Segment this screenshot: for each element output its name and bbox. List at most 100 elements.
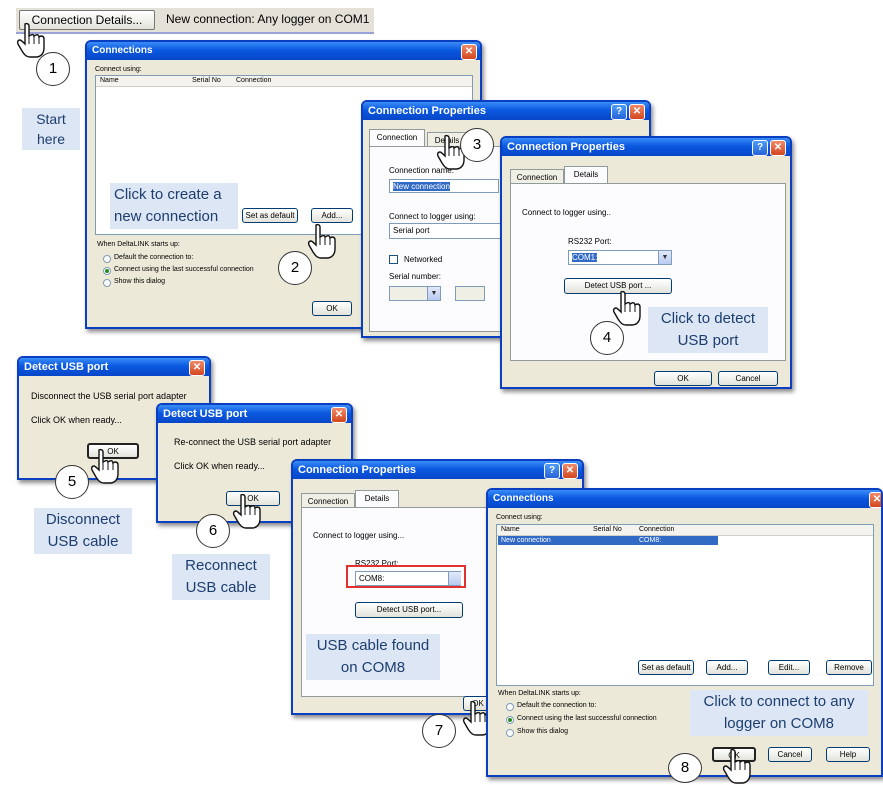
col-serial[interactable]: Serial No bbox=[593, 525, 622, 535]
remove-button[interactable]: Remove bbox=[826, 660, 872, 675]
connection-name-field[interactable]: New connection bbox=[389, 179, 499, 193]
radio-default[interactable] bbox=[506, 703, 514, 711]
step-number: 1 bbox=[36, 52, 70, 86]
col-name[interactable]: Name bbox=[100, 76, 119, 86]
step-number: 6 bbox=[196, 514, 230, 548]
edit-button[interactable]: Edit... bbox=[768, 660, 810, 675]
note-disconnect: Disconnect USB cable bbox=[34, 508, 132, 554]
row-name: New connection bbox=[501, 537, 551, 544]
window-title: Detect USB port bbox=[24, 361, 109, 373]
option-label: Default the connection to: bbox=[114, 254, 194, 261]
window-title: Connections bbox=[493, 493, 554, 504]
option-label: Connect using the last successful connec… bbox=[114, 266, 254, 273]
instruction-text: Re-connect the USB serial port adapter bbox=[174, 437, 332, 447]
titlebar: Connections bbox=[87, 42, 480, 60]
option-label: Show this dialog bbox=[114, 278, 165, 285]
rs232-port-select[interactable]: COM1: ▼ bbox=[568, 250, 672, 265]
set-default-button[interactable]: Set as default bbox=[638, 660, 694, 675]
connection-name-value: New connection bbox=[393, 182, 450, 191]
connect-using-field[interactable]: Serial port bbox=[389, 223, 509, 239]
instruction-text: Click OK when ready... bbox=[174, 461, 265, 471]
radio-show-dialog[interactable] bbox=[103, 279, 111, 287]
connect-using-label: Connect using: bbox=[496, 514, 543, 521]
pointer-hand-icon bbox=[16, 22, 46, 58]
window-title: Connections bbox=[92, 45, 153, 56]
highlight-box bbox=[346, 565, 466, 588]
option-label: Show this dialog bbox=[517, 728, 568, 735]
radio-last-successful[interactable] bbox=[506, 716, 514, 724]
connect-using-label: Connect to logger using.. bbox=[522, 208, 611, 217]
close-icon[interactable]: ✕ bbox=[770, 140, 786, 156]
top-status-bar: Connection Details... New connection: An… bbox=[16, 8, 374, 34]
networked-checkbox[interactable] bbox=[389, 255, 398, 264]
option-label: Default the connection to: bbox=[517, 702, 597, 709]
note-click-connect: Click to connect to any logger on COM8 bbox=[690, 690, 868, 736]
help-icon[interactable]: ? bbox=[611, 104, 627, 120]
detect-usb-port-button[interactable]: Detect USB port... bbox=[355, 602, 463, 618]
ok-button[interactable]: OK bbox=[312, 301, 352, 316]
help-button[interactable]: Help bbox=[826, 747, 870, 762]
titlebar: Connections bbox=[488, 490, 881, 508]
titlebar: Detect USB port bbox=[19, 358, 209, 376]
add-button[interactable]: Add... bbox=[311, 208, 353, 223]
connect-using-label: Connect to logger using: bbox=[389, 212, 476, 221]
note-click-detect: Click to detect USB port bbox=[648, 307, 768, 353]
step-number: 5 bbox=[55, 465, 89, 499]
step-number: 3 bbox=[460, 128, 494, 162]
pointer-hand-icon bbox=[232, 493, 262, 529]
close-icon[interactable]: ✕ bbox=[629, 104, 645, 120]
list-header: Name Serial No Connection bbox=[497, 525, 873, 536]
radio-last-successful[interactable] bbox=[103, 267, 111, 275]
pointer-hand-icon bbox=[90, 448, 120, 484]
add-button[interactable]: Add... bbox=[706, 660, 748, 675]
serial-number-label: Serial number: bbox=[389, 272, 442, 281]
col-serial[interactable]: Serial No bbox=[192, 76, 221, 86]
note-click-create: Click to create a new connection bbox=[110, 183, 238, 229]
window-title: Connection Properties bbox=[368, 105, 486, 117]
tab-connection[interactable]: Connection bbox=[369, 129, 425, 146]
titlebar: Detect USB port bbox=[158, 405, 351, 423]
ok-button[interactable]: OK bbox=[654, 371, 712, 386]
cancel-button[interactable]: Cancel bbox=[718, 371, 778, 386]
option-label: Connect using the last successful connec… bbox=[517, 715, 657, 722]
step-number: 2 bbox=[278, 251, 312, 285]
set-default-button[interactable]: Set as default bbox=[242, 208, 298, 223]
note-reconnect: Reconnect USB cable bbox=[172, 554, 270, 600]
pointer-hand-icon bbox=[307, 223, 337, 259]
serial-number-field[interactable]: ▼ bbox=[389, 286, 441, 301]
chevron-down-icon[interactable]: ▼ bbox=[427, 287, 440, 300]
note-start-here: Start here bbox=[22, 108, 80, 150]
close-icon[interactable]: ✕ bbox=[461, 44, 477, 60]
help-icon[interactable]: ? bbox=[544, 463, 560, 479]
tab-connection[interactable]: Connection bbox=[510, 169, 564, 183]
cancel-button[interactable]: Cancel bbox=[768, 747, 812, 762]
titlebar: Connection Properties bbox=[363, 102, 649, 120]
radio-default[interactable] bbox=[103, 255, 111, 263]
col-name[interactable]: Name bbox=[501, 525, 520, 535]
radio-show-dialog[interactable] bbox=[506, 729, 514, 737]
tab-details[interactable]: Details bbox=[564, 166, 608, 183]
col-connection[interactable]: Connection bbox=[236, 76, 271, 86]
window-title: Connection Properties bbox=[507, 141, 625, 153]
connect-using-label: Connect using: bbox=[95, 66, 142, 73]
close-icon[interactable]: ✕ bbox=[869, 492, 881, 508]
step-number: 8 bbox=[668, 753, 702, 783]
chevron-down-icon[interactable]: ▼ bbox=[658, 251, 671, 264]
note-cable-found: USB cable found on COM8 bbox=[306, 634, 440, 680]
instruction-text: Disconnect the USB serial port adapter bbox=[31, 391, 187, 401]
close-icon[interactable]: ✕ bbox=[189, 360, 205, 376]
list-header: Name Serial No Connection bbox=[96, 76, 472, 87]
close-icon[interactable]: ✕ bbox=[331, 407, 347, 423]
networked-label: Networked bbox=[404, 255, 443, 264]
window-title: Detect USB port bbox=[163, 408, 248, 420]
pointer-hand-icon bbox=[722, 748, 752, 784]
col-connection[interactable]: Connection bbox=[639, 525, 674, 535]
help-icon[interactable]: ? bbox=[752, 140, 768, 156]
pointer-hand-icon bbox=[612, 290, 642, 326]
serial-number-field-2[interactable] bbox=[455, 286, 485, 301]
tab-connection[interactable]: Connection bbox=[301, 493, 355, 507]
connection-status-text: New connection: Any logger on COM1 bbox=[166, 12, 370, 26]
list-item[interactable]: New connection COM8: bbox=[498, 536, 718, 545]
close-icon[interactable]: ✕ bbox=[562, 463, 578, 479]
tab-details[interactable]: Details bbox=[355, 490, 399, 507]
